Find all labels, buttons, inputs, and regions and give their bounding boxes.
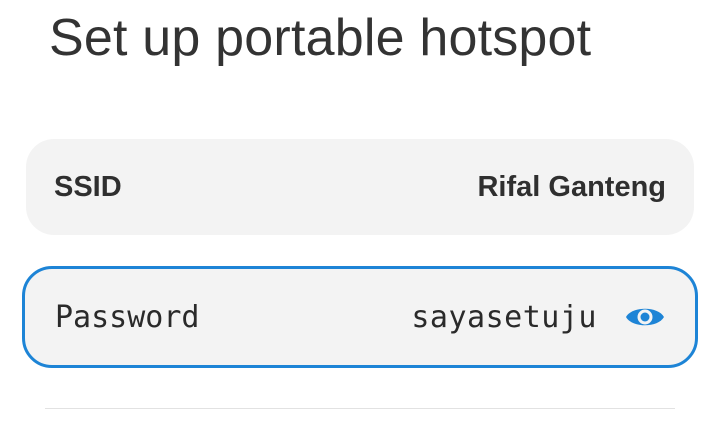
page-title: Set up portable hotspot (49, 9, 592, 67)
ssid-label: SSID (54, 170, 122, 203)
ssid-value: Rifal Ganteng (477, 170, 666, 203)
password-value[interactable]: sayasetuju (411, 300, 597, 335)
eye-icon (626, 308, 664, 326)
show-password-toggle[interactable] (623, 301, 667, 333)
ssid-field[interactable]: SSID Rifal Ganteng (26, 139, 694, 235)
hotspot-setup-page: Set up portable hotspot SSID Rifal Gante… (0, 0, 720, 426)
password-field[interactable]: Password sayasetuju (22, 266, 698, 368)
divider (45, 408, 675, 409)
password-label: Password (55, 299, 200, 335)
